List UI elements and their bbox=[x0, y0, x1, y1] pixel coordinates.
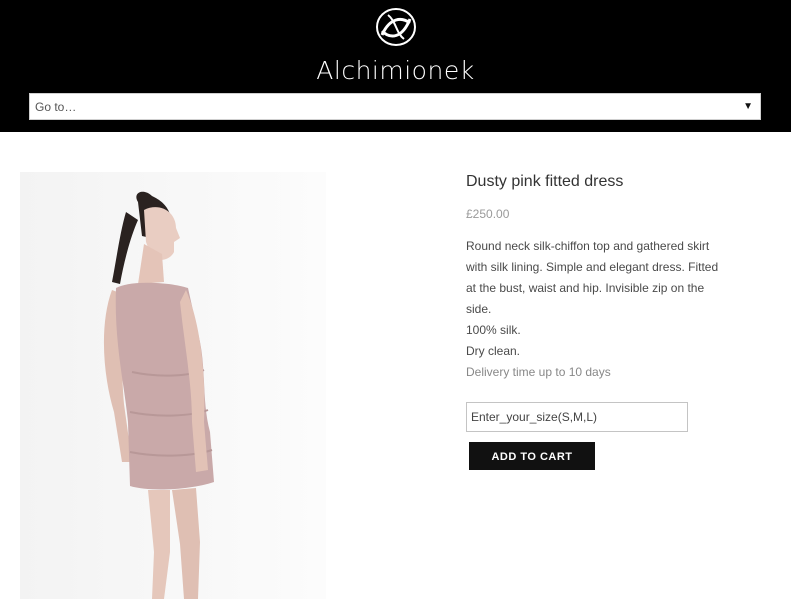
product-price: £250.00 bbox=[466, 207, 510, 221]
product-description: Round neck silk-chiffon top and gathered… bbox=[466, 236, 728, 383]
logo-icon[interactable] bbox=[374, 7, 418, 47]
chevron-down-icon: ▼ bbox=[743, 101, 753, 112]
navigation-dropdown-label: Go to… bbox=[35, 100, 77, 114]
navigation-dropdown[interactable]: Go to… ▼ bbox=[29, 93, 761, 120]
care-line: Dry clean. bbox=[466, 344, 521, 358]
size-input[interactable] bbox=[466, 402, 688, 432]
model-photo-illustration bbox=[103, 191, 214, 599]
site-header: Alchimionek Go to… ▼ bbox=[0, 0, 791, 132]
material-line: 100% silk. bbox=[466, 323, 521, 337]
delivery-line: Delivery time up to 10 days bbox=[466, 365, 611, 379]
add-to-cart-button[interactable]: ADD TO CART bbox=[469, 442, 595, 470]
product-title: Dusty pink fitted dress bbox=[466, 173, 624, 190]
description-paragraph: Round neck silk-chiffon top and gathered… bbox=[466, 239, 719, 316]
product-image[interactable] bbox=[20, 172, 326, 599]
brand-name[interactable]: Alchimionek bbox=[0, 56, 791, 85]
